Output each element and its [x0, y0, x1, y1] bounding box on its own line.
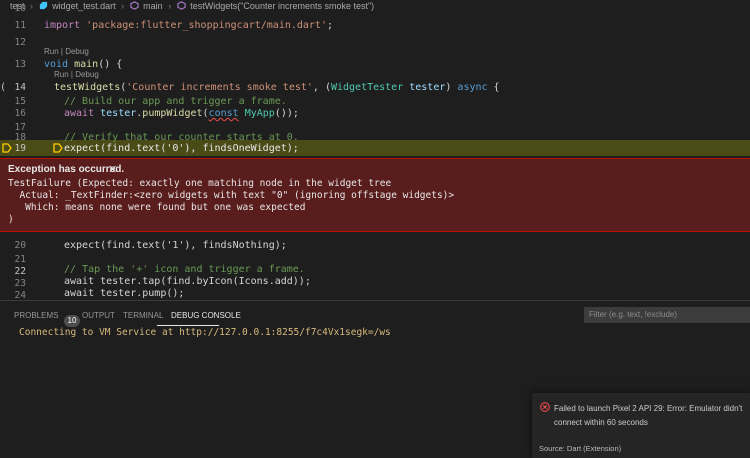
code-comment: // Tap the '+' icon and trigger a frame.: [64, 264, 305, 275]
code-line: void main() {: [44, 59, 123, 70]
line-number: 12: [14, 37, 26, 48]
line-number: 13: [14, 59, 26, 70]
code-line: await tester.pumpWidget(const MyApp());: [64, 108, 299, 119]
line-number: 19: [14, 143, 26, 154]
dart-file-icon: [39, 1, 47, 10]
line-number: 10: [14, 3, 26, 14]
exception-detail: Actual: _TextFinder:<zero widgets with t…: [8, 190, 455, 201]
line-number: 14: [14, 82, 26, 93]
code-line: expect(find.text('1'), findsNothing);: [64, 240, 287, 251]
line-number: 11: [14, 20, 26, 31]
line-number: 22: [14, 266, 26, 277]
console-output-line: Connecting to VM Service at http://127.0…: [19, 327, 391, 338]
notification-source: Source: Dart (Extension): [539, 444, 622, 453]
tab-output[interactable]: OUTPUT: [82, 311, 115, 320]
notification-toast: Failed to launch Pixel 2 API 29: Error: …: [532, 393, 750, 458]
line-number: 15: [14, 96, 26, 107]
error-icon: [540, 402, 550, 412]
code-line: await tester.pump();: [64, 288, 185, 299]
editor-bottom[interactable]: 20 expect(find.text('1'), findsNothing);…: [0, 232, 750, 301]
line-number: 21: [14, 254, 26, 265]
chevron-right-icon: ›: [121, 1, 125, 11]
exception-detail: TestFailure (Expected: exactly one match…: [8, 178, 392, 189]
exception-title: Exception has occurred.: [8, 164, 125, 175]
active-tab-indicator: [157, 325, 219, 326]
problems-count-badge: 10: [64, 315, 80, 327]
line-number: 16: [14, 108, 26, 119]
close-icon[interactable]: ✕: [108, 163, 117, 176]
breadcrumb-file[interactable]: widget_test.dart: [52, 1, 116, 11]
code-line: import 'package:flutter_shoppingcart/mai…: [44, 20, 334, 31]
exception-detail: ): [8, 214, 14, 225]
code-line: testWidgets('Counter increments smoke te…: [54, 82, 500, 93]
codelens-run-debug[interactable]: Run | Debug: [54, 70, 99, 79]
line-number: 20: [14, 240, 26, 251]
line-number: 23: [14, 278, 26, 289]
breadcrumb-testwidgets[interactable]: testWidgets("Counter increments smoke te…: [190, 1, 374, 11]
code-line-current: expect(find.text('0'), findsOneWidget);: [64, 143, 299, 154]
codelens-run-debug[interactable]: Run | Debug: [44, 47, 89, 56]
tab-debug-console[interactable]: DEBUG CONSOLE: [171, 311, 241, 320]
notification-message: Failed to launch Pixel 2 API 29: Error: …: [554, 404, 743, 427]
code-comment: // Verify that our counter starts at 0.: [64, 132, 299, 143]
method-icon: [177, 1, 186, 10]
stack-frame-arrow-icon: [53, 143, 63, 153]
chevron-right-icon: ›: [168, 1, 172, 11]
chevron-right-icon: ›: [30, 1, 34, 11]
breadcrumb: test › widget_test.dart › main › testWid…: [0, 0, 750, 12]
tab-problems[interactable]: PROBLEMS: [14, 311, 58, 320]
tab-terminal[interactable]: TERMINAL: [123, 311, 163, 320]
code-line: await tester.tap(find.byIcon(Icons.add))…: [64, 276, 311, 287]
line-number: 18: [14, 132, 26, 143]
breadcrumb-main[interactable]: main: [143, 1, 163, 11]
method-icon: [130, 1, 139, 10]
console-filter-input[interactable]: Filter (e.g. text, !exclude): [584, 307, 750, 323]
exception-detail: Which: means none were found but one was…: [8, 202, 306, 213]
code-comment: // Build our app and trigger a frame.: [64, 96, 287, 107]
exception-widget: Exception has occurred. ✕ TestFailure (E…: [0, 158, 750, 232]
